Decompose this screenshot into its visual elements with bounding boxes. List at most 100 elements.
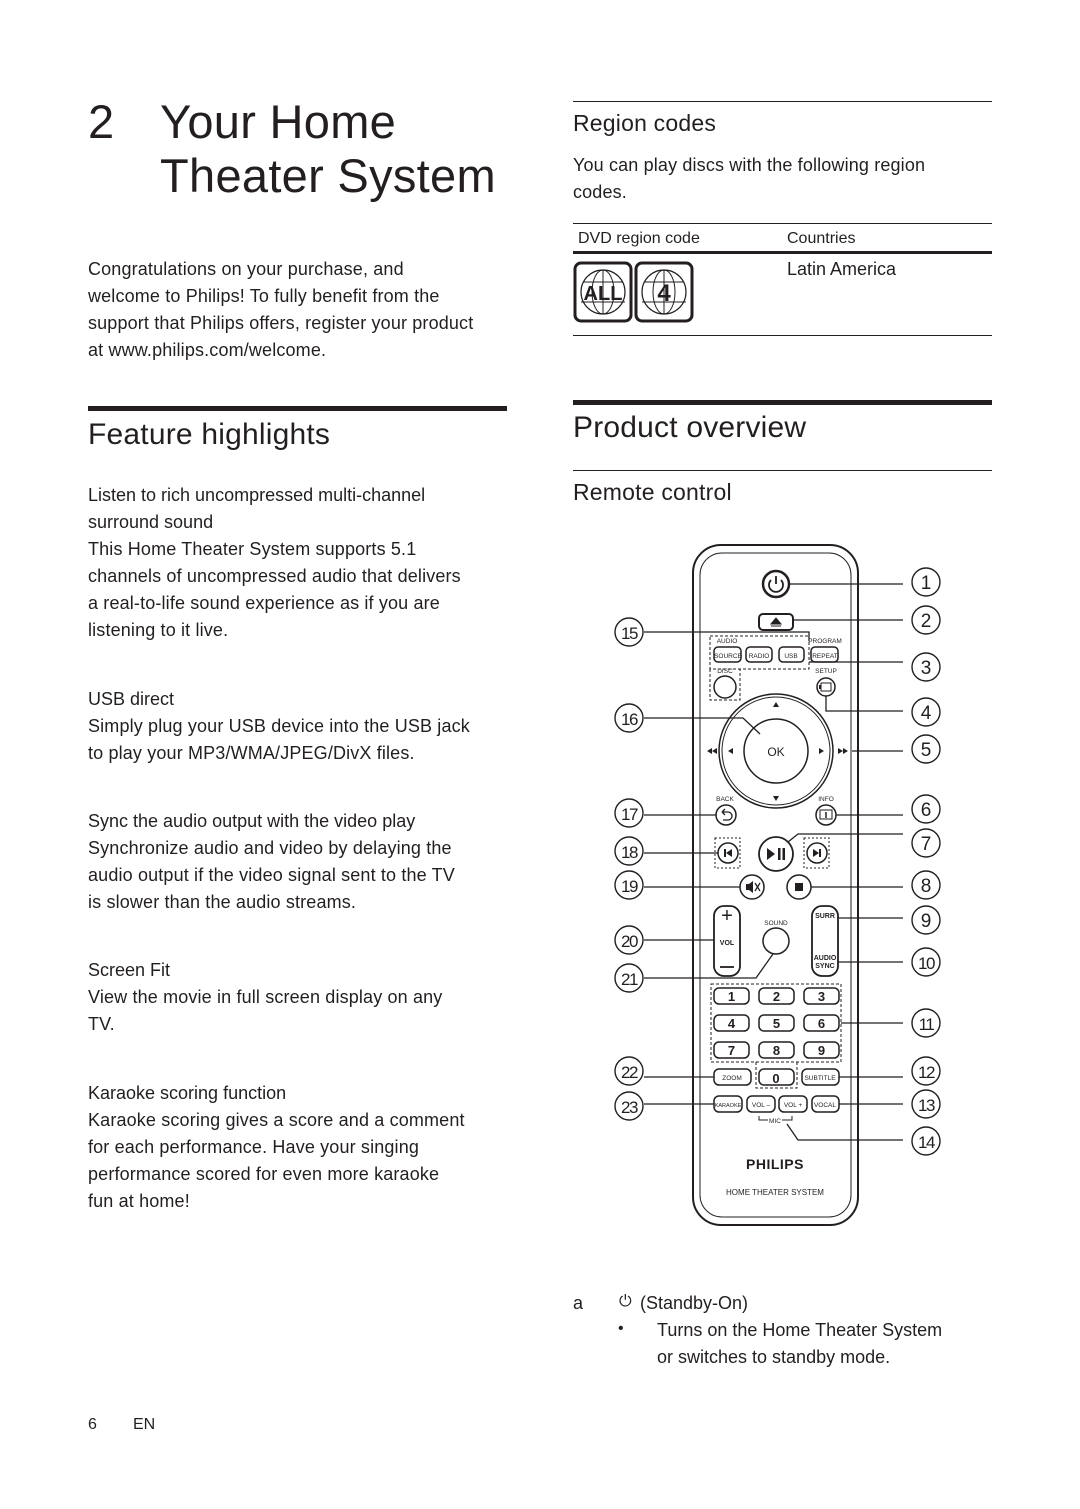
digit-key-1[interactable]: 1 [713, 987, 750, 1005]
svg-text:2: 2 [773, 989, 780, 1004]
next-icon [813, 849, 821, 857]
digit-key-3[interactable]: 3 [803, 987, 840, 1005]
svg-text:11: 11 [919, 1015, 935, 1034]
digit-key-8[interactable]: 8 [758, 1041, 795, 1059]
digit-key-4[interactable]: 4 [713, 1014, 750, 1032]
svg-text:SUBTITLE: SUBTITLE [804, 1075, 836, 1082]
svg-text:SYNC: SYNC [815, 963, 834, 970]
svg-text:4: 4 [921, 703, 932, 724]
svg-text:VOL –: VOL – [752, 1102, 771, 1109]
svg-text:0: 0 [772, 1071, 779, 1086]
svg-text:10: 10 [918, 954, 935, 973]
svg-text:PROGRAM: PROGRAM [808, 638, 842, 645]
remote-diagram: 1 2 34 5 67 8 9 AUDIO SOURCE RADIO USB PROGRAM [614, 544, 941, 1226]
page-number: 6 [88, 1416, 97, 1433]
digit-key-6[interactable]: 6 [803, 1014, 840, 1032]
svg-text:16: 16 [621, 710, 638, 729]
callout-2: 2 [911, 605, 941, 635]
digit-keys: 1 2 3 4 5 6 7 8 9 [713, 987, 840, 1059]
svg-text:5: 5 [921, 740, 932, 761]
key-list-item: a ⏻ (Standby-On) • Turns on the Home The… [573, 1293, 993, 1383]
key-bullet-line: or switches to standby mode. [657, 1347, 891, 1367]
svg-text:VOCAL: VOCAL [814, 1102, 836, 1109]
arrow-left-icon [728, 748, 733, 754]
svg-text:15: 15 [621, 624, 638, 643]
svg-text:7: 7 [921, 834, 932, 855]
svg-text:SOUND: SOUND [764, 920, 788, 927]
callouts-right: 1234567891011121314 [911, 567, 941, 1156]
svg-text:SURR: SURR [815, 913, 835, 920]
callout-20: 20 [614, 925, 644, 955]
page-language: EN [133, 1416, 156, 1433]
svg-text:6: 6 [921, 800, 932, 821]
callout-13: 13 [911, 1089, 941, 1119]
callout-21: 21 [614, 963, 644, 993]
svg-text:14: 14 [918, 1133, 935, 1152]
svg-text:AUDIO: AUDIO [814, 955, 837, 962]
callout-8: 8 [911, 870, 941, 900]
callout-22: 22 [614, 1056, 644, 1086]
svg-text:4: 4 [728, 1016, 736, 1031]
brand-logo: PHILIPS [746, 1156, 804, 1172]
sound-button [762, 927, 790, 955]
stop-icon [795, 883, 803, 891]
svg-text:9: 9 [818, 1043, 825, 1058]
callout-1: 1 [911, 567, 941, 597]
svg-text:AUDIO: AUDIO [717, 638, 738, 645]
bullet: • [618, 1320, 624, 1337]
svg-text:6: 6 [818, 1016, 825, 1031]
svg-text:20: 20 [621, 932, 638, 951]
svg-text:13: 13 [918, 1096, 935, 1115]
mute-icon [746, 881, 753, 893]
key-bullet-line: Turns on the Home Theater System [657, 1320, 943, 1340]
callout-7: 7 [911, 828, 941, 858]
svg-text:22: 22 [621, 1063, 638, 1082]
key-list: a ⏻ (Standby-On) • Turns on the Home The… [573, 1293, 993, 1383]
callout-6: 6 [911, 794, 941, 824]
callout-3: 3 [911, 652, 941, 682]
digit-key-2[interactable]: 2 [758, 987, 795, 1005]
callout-14: 14 [911, 1126, 941, 1156]
arrow-right-icon [819, 748, 824, 754]
svg-text:19: 19 [621, 877, 638, 896]
svg-text:23: 23 [621, 1098, 638, 1117]
back-button [715, 804, 737, 826]
digit-key-5[interactable]: 5 [758, 1014, 795, 1032]
back-icon [721, 808, 733, 821]
callout-9: 9 [911, 905, 941, 935]
svg-text:SOURCE: SOURCE [714, 653, 742, 660]
svg-text:REPEAT: REPEAT [812, 653, 838, 660]
prev-icon [724, 849, 732, 857]
digit-key-7[interactable]: 7 [713, 1041, 750, 1059]
svg-text:MIC: MIC [769, 1118, 781, 1125]
rewind-icon [707, 748, 717, 754]
svg-text:12: 12 [918, 1063, 935, 1082]
callouts-left: 15 16 17 18 19 20 21 22 23 [614, 617, 644, 1121]
callout-10: 10 [911, 947, 941, 977]
model-text: HOME THEATER SYSTEM [726, 1188, 824, 1197]
svg-text:+: + [721, 905, 733, 927]
svg-text:8: 8 [773, 1043, 780, 1058]
eject-icon [769, 617, 783, 627]
play-pause-button [758, 836, 794, 872]
svg-text:SETUP: SETUP [815, 668, 837, 675]
svg-text:INFO: INFO [818, 796, 834, 803]
callout-15: 15 [614, 617, 644, 647]
svg-text:8: 8 [921, 876, 932, 897]
callout-16: 16 [614, 703, 644, 733]
svg-text:18: 18 [621, 843, 638, 862]
svg-text:3: 3 [921, 658, 932, 679]
digit-key-9[interactable]: 9 [803, 1041, 840, 1059]
svg-text:9: 9 [921, 911, 932, 932]
svg-text:2: 2 [921, 611, 932, 632]
arrow-down-icon [773, 796, 779, 801]
svg-text:RADIO: RADIO [749, 653, 770, 660]
callout-11: 11 [911, 1008, 941, 1038]
callout-19: 19 [614, 870, 644, 900]
svg-text:5: 5 [773, 1016, 780, 1031]
callout-17: 17 [614, 798, 644, 828]
key-letter: a [573, 1293, 584, 1313]
svg-text:VOL +: VOL + [784, 1102, 803, 1109]
svg-text:KARAOKE: KARAOKE [715, 1103, 742, 1109]
svg-text:USB: USB [784, 653, 797, 660]
